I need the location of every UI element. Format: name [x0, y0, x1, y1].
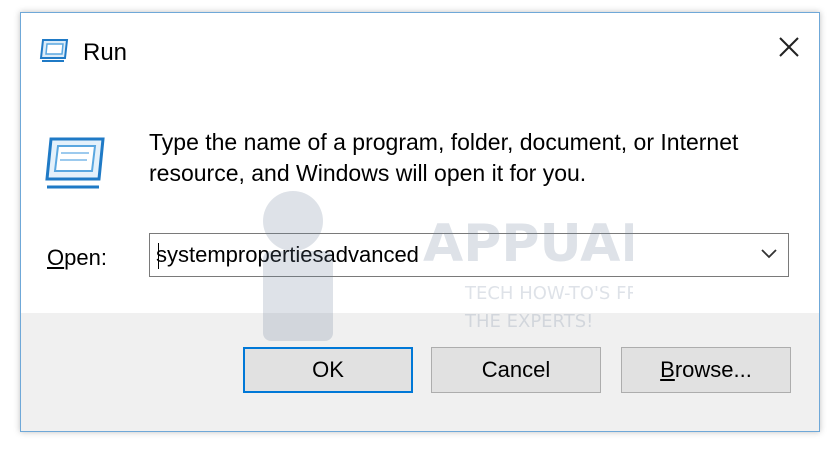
- cancel-button[interactable]: Cancel: [431, 347, 601, 393]
- title-bar[interactable]: Run: [21, 13, 819, 87]
- browse-label: rowse...: [674, 357, 752, 382]
- ok-button[interactable]: OK: [243, 347, 413, 393]
- open-combobox[interactable]: [149, 233, 789, 277]
- window-title: Run: [83, 39, 128, 66]
- instructions-text: Type the name of a program, folder, docu…: [149, 129, 739, 186]
- dialog-content: Type the name of a program, folder, docu…: [21, 87, 819, 313]
- close-icon: [778, 36, 800, 63]
- run-icon: [39, 37, 69, 63]
- text-cursor: [158, 243, 159, 269]
- run-dialog: Run Type the name of a program, folder, …: [20, 12, 820, 432]
- open-label-accelerator: O: [47, 245, 65, 270]
- open-label-text: pen:: [64, 245, 107, 270]
- run-icon: [43, 133, 107, 193]
- open-label: Open:: [47, 245, 107, 271]
- close-button[interactable]: [769, 31, 809, 67]
- browse-accelerator: B: [660, 357, 675, 382]
- browse-button[interactable]: Browse...: [621, 347, 791, 393]
- button-bar: OK Cancel Browse...: [21, 313, 819, 431]
- open-input[interactable]: [156, 240, 736, 270]
- dropdown-button[interactable]: [754, 240, 784, 270]
- chevron-down-icon: [760, 246, 778, 264]
